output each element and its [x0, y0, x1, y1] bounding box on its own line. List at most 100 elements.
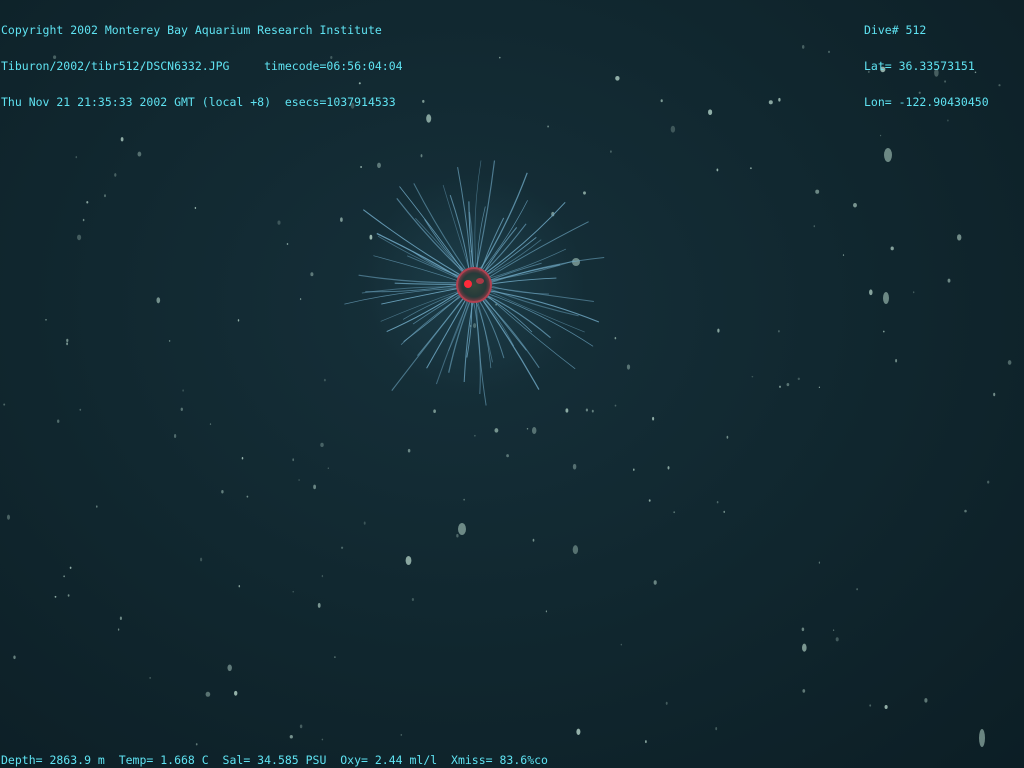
particle [993, 392, 996, 397]
particle [277, 220, 281, 225]
particle [815, 189, 820, 194]
particle [895, 358, 898, 363]
particle [778, 97, 781, 102]
particle [327, 467, 329, 469]
file-timecode-line: Tiburon/2002/tibr512/DSCN6332.JPG timeco… [1, 59, 403, 73]
particle [665, 701, 668, 705]
particle [377, 162, 381, 169]
particle [585, 408, 589, 412]
particle [572, 463, 577, 470]
particle [13, 655, 16, 660]
particle [801, 627, 805, 632]
particle [494, 428, 499, 433]
particle [777, 330, 780, 333]
particle [583, 191, 586, 195]
particle [292, 458, 295, 462]
particle [565, 408, 569, 413]
particle [321, 738, 324, 741]
particle [119, 616, 122, 620]
particle [531, 427, 537, 434]
particle [209, 423, 212, 425]
particle [532, 538, 535, 542]
particle [835, 637, 839, 642]
particle [182, 389, 184, 392]
jellyfish-gut [464, 280, 472, 288]
particle [82, 218, 85, 222]
particle [779, 385, 781, 388]
particle [168, 340, 171, 342]
jellyfish-gonad [476, 278, 484, 284]
particle [547, 125, 550, 128]
particle [340, 217, 343, 222]
particle [66, 342, 69, 346]
particle [241, 456, 244, 460]
particle [880, 134, 882, 137]
particle [576, 728, 581, 735]
particle [716, 168, 719, 172]
particle [298, 479, 300, 481]
particle [411, 598, 414, 601]
particle [883, 292, 889, 304]
particle [321, 574, 324, 578]
marine-snow-particles [3, 44, 1012, 747]
particle [205, 691, 211, 697]
particle [79, 408, 82, 411]
particle [369, 234, 373, 240]
particle [149, 676, 151, 679]
particle [45, 319, 47, 321]
particle [768, 100, 773, 105]
particle [801, 44, 805, 49]
particle [341, 546, 344, 549]
particle [499, 56, 501, 59]
particle [299, 298, 302, 301]
particle [786, 383, 790, 387]
particle [156, 297, 161, 304]
jellyfish-bell [456, 267, 492, 303]
particle [313, 484, 317, 490]
particle [117, 628, 120, 631]
particle [545, 610, 548, 613]
particle [57, 419, 60, 423]
particle [474, 434, 476, 437]
copyright-line: Copyright 2002 Monterey Bay Aquarium Res… [1, 23, 382, 37]
particle [615, 75, 620, 81]
particle [660, 99, 663, 103]
particle [86, 201, 89, 204]
particle [456, 533, 459, 538]
particle [987, 480, 990, 484]
particle [3, 403, 6, 406]
particle [292, 590, 294, 593]
particle [114, 173, 117, 177]
particle [77, 234, 82, 241]
particle [708, 109, 713, 116]
particle [749, 167, 752, 170]
particle [813, 225, 816, 228]
particle [360, 166, 362, 168]
particle [286, 243, 289, 245]
particle [591, 409, 594, 413]
particle [289, 734, 293, 739]
particle [463, 498, 465, 501]
particle [407, 448, 411, 453]
particle [200, 557, 203, 562]
particle [842, 254, 845, 257]
particle [947, 278, 951, 283]
particle [173, 434, 177, 438]
particle [620, 643, 622, 646]
particle [716, 501, 719, 504]
particle [751, 375, 754, 378]
particle [194, 206, 197, 210]
particle [75, 155, 78, 159]
particle [884, 704, 888, 710]
particle [802, 689, 806, 693]
particle [246, 495, 249, 498]
particle [883, 330, 885, 333]
particle [818, 561, 821, 564]
particle [957, 234, 962, 241]
particle [964, 509, 967, 513]
particle [69, 566, 72, 569]
particle [853, 202, 857, 208]
particle [626, 364, 631, 370]
particle [648, 499, 651, 502]
particle [317, 602, 321, 608]
